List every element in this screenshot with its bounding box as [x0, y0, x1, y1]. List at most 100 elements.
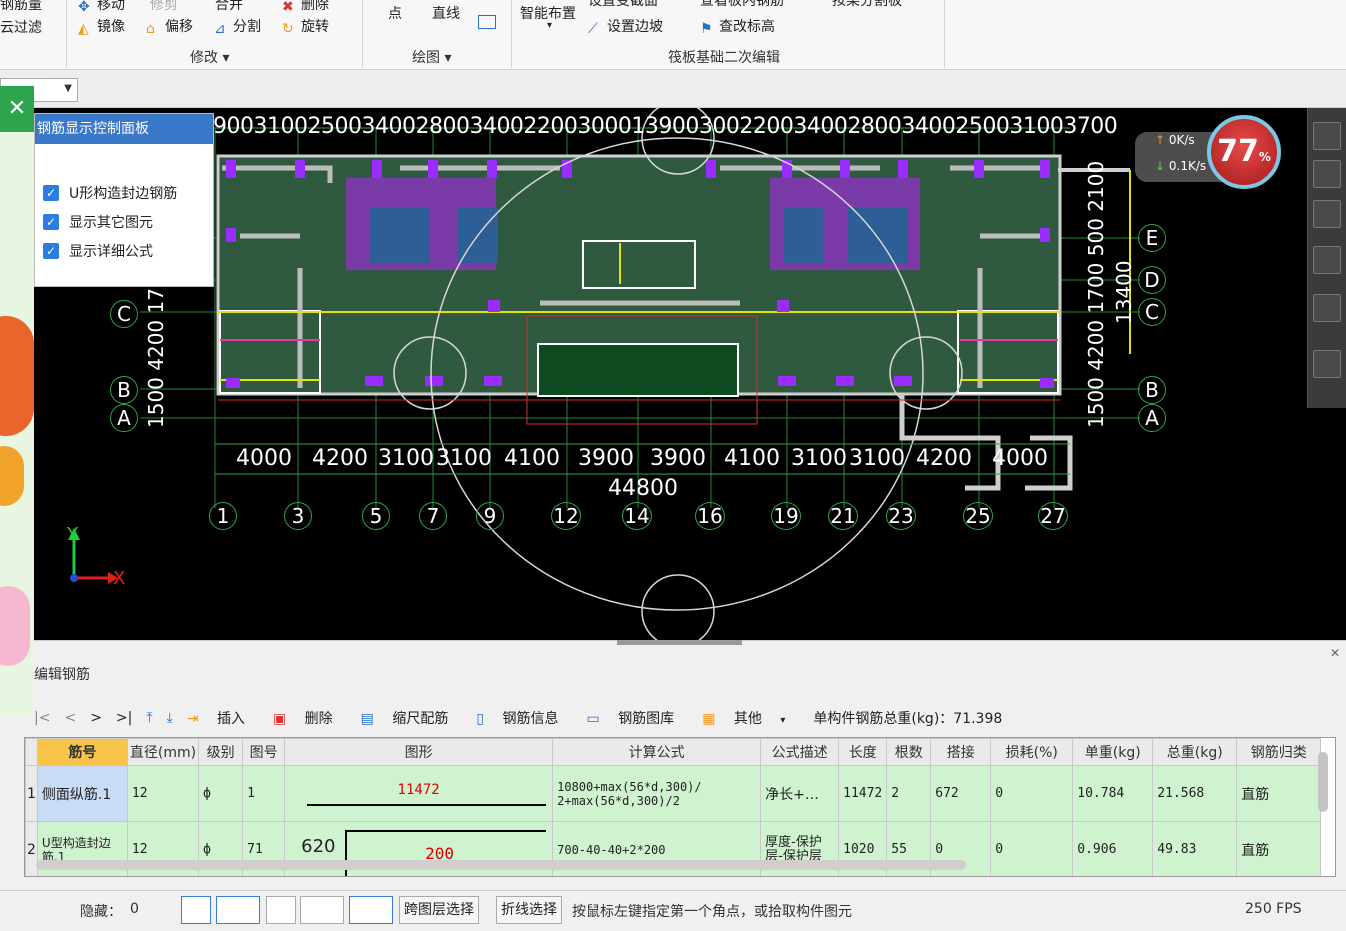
cell-count[interactable]: 2 [886, 765, 932, 822]
checkbox-icon[interactable]: ✓ [43, 184, 59, 201]
cross-layer-select-button[interactable]: 跨图层选择 [399, 896, 479, 924]
merge-button[interactable]: 合并 [215, 0, 243, 14]
cell-total-weight[interactable]: 21.568 [1152, 765, 1238, 822]
cell-category[interactable]: 直筋 [1236, 821, 1322, 876]
rotate-button[interactable]: ↻ 旋转 [282, 16, 329, 37]
cell-unit-weight[interactable]: 0.906 [1072, 821, 1154, 876]
column-header[interactable]: 级别 [198, 738, 244, 766]
point-button[interactable]: 点 [388, 3, 402, 23]
view-2d-icon[interactable] [1313, 160, 1341, 188]
cell-shape[interactable]: 11472 [284, 765, 554, 822]
column-header[interactable]: 钢筋归类 [1236, 738, 1322, 766]
prev-record-button[interactable]: < [64, 710, 76, 726]
cell-loss[interactable]: 0 [990, 821, 1074, 876]
snap-mode-icon[interactable] [216, 896, 260, 924]
line-button[interactable]: 直线 [432, 3, 460, 23]
column-header[interactable]: 筋号 [36, 738, 128, 766]
checkbox-u-edge-rebar[interactable]: ✓ U形构造封边钢筋 [35, 178, 213, 207]
coordinate-input-icon[interactable] [349, 896, 393, 924]
splitter-handle[interactable] [617, 640, 742, 645]
insert-button[interactable]: ⇥ 插入 [187, 708, 259, 728]
vertical-scrollbar[interactable] [1318, 752, 1328, 812]
edit-elevation-button[interactable]: ⚑ 查改标高 [700, 16, 775, 37]
cell-category[interactable]: 直筋 [1236, 765, 1322, 822]
rebar-table[interactable]: 筋号 直径(mm) 级别 图号 图形 计算公式 公式描述 长度 根数 搭接 损耗… [24, 737, 1336, 877]
cell-rebar-name[interactable]: 侧面纵筋.1 [36, 765, 128, 822]
cell-formula-desc[interactable]: 净长+… [760, 765, 840, 822]
horizontal-scrollbar[interactable] [36, 860, 966, 870]
delete-button[interactable]: ✖ 删除 [282, 0, 329, 15]
cube-view-icon[interactable] [1313, 246, 1341, 274]
column-header[interactable]: 计算公式 [552, 738, 762, 766]
split-slab-by-beam-button[interactable]: 按梁分割板 [832, 0, 902, 10]
column-header[interactable]: 公式描述 [760, 738, 840, 766]
cell-total-weight[interactable]: 49.83 [1152, 821, 1238, 876]
polyline-select-button[interactable]: 折线选择 [496, 896, 562, 924]
view-toolbar [1307, 108, 1346, 408]
last-record-button[interactable]: >| [116, 710, 132, 726]
close-icon[interactable]: ✕ [1330, 646, 1340, 660]
cell-length[interactable]: 11472 [838, 765, 888, 822]
dim-label: 3100 [849, 446, 905, 471]
first-record-button[interactable]: |< [34, 710, 50, 726]
cross-icon[interactable] [266, 896, 296, 924]
offset-button[interactable]: ⌂ 偏移 [146, 16, 193, 37]
angle-icon[interactable] [300, 896, 344, 924]
column-header[interactable]: 搭接 [930, 738, 992, 766]
cell-lap[interactable]: 672 [930, 765, 992, 822]
checkbox-icon[interactable]: ✓ [43, 213, 59, 230]
cell-unit-weight[interactable]: 10.784 [1072, 765, 1154, 822]
row-header-corner [25, 738, 38, 766]
chevron-down-icon[interactable]: ▾ [547, 20, 552, 31]
dim-label: 4100 [724, 446, 780, 471]
axis-bubble: 23 [886, 502, 916, 530]
table-row[interactable]: 1 侧面纵筋.1 12 ф 1 11472 10800+max(56*d,300… [25, 765, 1322, 822]
cell-figure-no[interactable]: 1 [242, 765, 286, 822]
view-slab-rebar-button[interactable]: 查看板内钢筋 [700, 0, 784, 10]
column-header[interactable]: 直径(mm) [126, 738, 200, 766]
ribbon-group-modify[interactable]: 修改 ▾ [190, 47, 229, 67]
column-header[interactable]: 总重(kg) [1152, 738, 1238, 766]
rotate-view-icon[interactable] [1313, 294, 1341, 322]
trim-button[interactable]: 修剪 [150, 0, 178, 14]
move-down-icon[interactable]: ⤓ [167, 710, 173, 726]
mirror-button[interactable]: ◭ 镜像 [78, 16, 125, 37]
delete-row-button[interactable]: ▣ 删除 [273, 708, 347, 728]
checkbox-show-detailed-formula[interactable]: ✓ 显示详细公式 [35, 236, 213, 265]
cell-formula[interactable]: 10800+max(56*d,300)/2+max(56*d,300)/2 [552, 765, 762, 822]
scale-rebar-button[interactable]: ▤ 缩尺配筋 [361, 708, 463, 728]
checkbox-icon[interactable]: ✓ [43, 242, 59, 259]
checkbox-show-other-elements[interactable]: ✓ 显示其它图元 [35, 207, 213, 236]
orbit-icon[interactable] [1313, 122, 1341, 150]
memory-percent-badge[interactable]: 77% [1207, 115, 1281, 189]
set-variable-section-button[interactable]: 设置变截面 [588, 0, 658, 10]
move-button[interactable]: ✥ 移动 [78, 0, 125, 15]
ribbon-group-draw[interactable]: 绘图 ▾ [412, 47, 451, 67]
ribbon-item-cloud-filter[interactable]: 云过滤 [0, 17, 42, 37]
column-header[interactable]: 图形 [284, 738, 554, 766]
ortho-mode-icon[interactable] [181, 896, 211, 924]
cell-loss[interactable]: 0 [990, 765, 1074, 822]
column-header[interactable]: 图号 [242, 738, 286, 766]
next-record-button[interactable]: > [90, 710, 102, 726]
column-header[interactable]: 单重(kg) [1072, 738, 1154, 766]
ribbon-item-rebar-amount[interactable]: 钢筋量 [0, 0, 42, 14]
column-header[interactable]: 根数 [886, 738, 932, 766]
column-header[interactable]: 损耗(%) [990, 738, 1074, 766]
rebar-library-button[interactable]: ▭ 钢筋图库 [587, 708, 689, 728]
view-3d-icon[interactable] [1313, 200, 1341, 228]
network-meter[interactable]: ↑ 0K/s ↓ 0.1K/s 77% [1135, 115, 1285, 189]
rebar-info-button[interactable]: ▯ 钢筋信息 [476, 708, 572, 728]
other-menu-button[interactable]: ▦ 其他 ▾ [702, 708, 799, 728]
cell-grade[interactable]: ф [198, 765, 244, 822]
bottom-axis-bubbles: 1 3 5 7 9 12 14 16 19 21 23 25 27 [0, 502, 1307, 534]
set-slope-button[interactable]: ⟋ 设置边坡 [588, 16, 663, 37]
cell-diameter[interactable]: 12 [126, 765, 200, 822]
axis-bubble: 27 [1038, 502, 1068, 530]
layer-grid-icon[interactable] [1313, 350, 1341, 378]
close-icon[interactable]: ✕ [0, 86, 34, 132]
column-header[interactable]: 长度 [838, 738, 888, 766]
move-up-icon[interactable]: ⤒ [146, 710, 152, 726]
split-button[interactable]: ⊿ 分割 [214, 16, 261, 37]
rectangle-icon[interactable] [478, 15, 496, 33]
